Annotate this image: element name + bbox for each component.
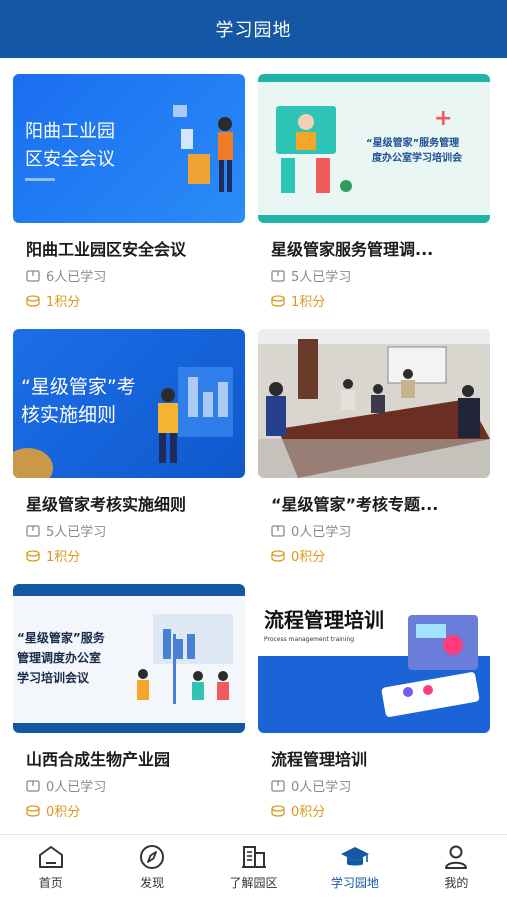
- thumbnail-text: “星级管家”服务管理: [366, 138, 460, 149]
- course-title: “星级管家”考核专题...: [271, 495, 439, 514]
- points: 0积分: [258, 546, 492, 565]
- tab-mine[interactable]: 我的: [406, 835, 507, 900]
- points-text: 1积分: [291, 295, 326, 310]
- thumbnail-text: 阳曲工业园: [25, 121, 115, 142]
- person-chart-illustration: [158, 367, 233, 463]
- points-text: 1积分: [46, 550, 81, 565]
- learner-count-text: 5人已学习: [291, 270, 352, 285]
- course-thumbnail: 阳曲工业园 区安全会议: [13, 74, 245, 223]
- tab-label: 发现: [140, 876, 165, 890]
- course-card[interactable]: “星级管家”考核专题... 0人已学习 0积分: [258, 329, 492, 565]
- course-title: 阳曲工业园区安全会议: [26, 240, 187, 259]
- learner-count-text: 5人已学习: [46, 525, 107, 540]
- video-call-illustration: [276, 106, 352, 193]
- tab-label: 首页: [38, 876, 63, 890]
- points: 1积分: [13, 291, 247, 310]
- bottom-tab-bar: 首页 发现 了解园区 学习园地 我的: [0, 834, 507, 900]
- learner-count-text: 0人已学习: [46, 780, 107, 795]
- person-illustration: [173, 105, 233, 192]
- book-icon: [271, 269, 285, 282]
- page-title: 学习园地: [215, 20, 292, 41]
- course-thumbnail-photo: [258, 329, 490, 478]
- points-text: 0积分: [291, 805, 326, 820]
- graduation-cap-icon: [340, 847, 369, 866]
- learner-count: 5人已学习: [13, 521, 247, 540]
- learner-count: 0人已学习: [258, 521, 492, 540]
- coins-icon: [26, 804, 40, 817]
- course-card[interactable]: 流程管理培训 Process management training 流程管理培…: [258, 584, 492, 820]
- book-icon: [26, 269, 40, 282]
- thumbnail-text: 管理调度办公室: [17, 651, 102, 665]
- course-thumbnail: + “星级管家”服务管理 度办公室学习培训会: [258, 74, 490, 223]
- learner-count: 0人已学习: [258, 776, 492, 795]
- home-icon: [38, 846, 63, 868]
- meeting-room-photo: [258, 329, 490, 478]
- course-title: 星级管家考核实施细则: [26, 495, 187, 514]
- coins-icon: [271, 549, 285, 562]
- points: 1积分: [13, 546, 247, 565]
- points-text: 1积分: [46, 295, 81, 310]
- thumbnail-text: 流程管理培训: [264, 608, 384, 632]
- learner-count-text: 0人已学习: [291, 780, 352, 795]
- coins-icon: [26, 294, 40, 307]
- user-icon: [445, 845, 468, 869]
- points-text: 0积分: [291, 550, 326, 565]
- course-thumbnail: 流程管理培训 Process management training: [258, 584, 490, 733]
- thumbnail-text: 区安全会议: [25, 149, 115, 170]
- learner-count: 5人已学习: [258, 266, 492, 285]
- book-icon: [271, 779, 285, 792]
- tab-discover[interactable]: 发现: [101, 835, 202, 900]
- tab-label: 我的: [444, 876, 469, 890]
- learner-count-text: 0人已学习: [291, 525, 352, 540]
- course-thumbnail: “星级管家”考 核实施细则: [13, 329, 245, 478]
- thumbnail-text: 核实施细则: [21, 404, 117, 426]
- coins-icon: [26, 549, 40, 562]
- learner-count: 6人已学习: [13, 266, 247, 285]
- book-icon: [26, 779, 40, 792]
- page-header: 学习园地: [0, 0, 507, 58]
- coins-icon: [271, 804, 285, 817]
- book-icon: [26, 524, 40, 537]
- compass-icon: [140, 845, 165, 869]
- thumbnail-subtext: Process management training: [264, 636, 355, 643]
- tab-park-info[interactable]: 了解园区: [203, 835, 304, 900]
- tab-label: 了解园区: [229, 876, 278, 890]
- tab-learning[interactable]: 学习园地: [304, 835, 405, 900]
- coins-icon: [271, 294, 285, 307]
- learner-count: 0人已学习: [13, 776, 247, 795]
- course-grid: 阳曲工业园 区安全会议 阳曲工业园区安全会议 6人已学习 1积分 + “星级管家…: [0, 58, 507, 832]
- tab-home[interactable]: 首页: [0, 835, 101, 900]
- points: 0积分: [13, 801, 247, 820]
- course-card[interactable]: “星级管家”考 核实施细则 星级管家考核实施细则 5人已学习 1积分: [13, 329, 247, 565]
- course-card[interactable]: + “星级管家”服务管理 度办公室学习培训会 星级管家服务管理调... 5人已学…: [258, 74, 492, 310]
- course-thumbnail: “星级管家”服务 管理调度办公室 学习培训会议: [13, 584, 245, 733]
- points: 1积分: [258, 291, 492, 310]
- team-illustration: [137, 614, 233, 704]
- thumbnail-text: 学习培训会议: [17, 671, 90, 685]
- course-title: 星级管家服务管理调...: [271, 240, 434, 259]
- points: 0积分: [258, 801, 492, 820]
- tab-label: 学习园地: [330, 876, 379, 890]
- thumbnail-text: “星级管家”服务: [17, 631, 105, 645]
- learner-count-text: 6人已学习: [46, 270, 107, 285]
- course-title: 山西合成生物产业园: [26, 750, 171, 769]
- thumbnail-text: 度办公室学习培训会: [372, 153, 462, 164]
- device-illustration: [381, 615, 480, 717]
- book-icon: [271, 524, 285, 537]
- building-icon: [241, 846, 266, 868]
- course-card[interactable]: “星级管家”服务 管理调度办公室 学习培训会议 山西合成生物产业园 0人已学习 …: [13, 584, 247, 820]
- thumbnail-text: “星级管家”考: [21, 376, 136, 398]
- course-title: 流程管理培训: [271, 750, 368, 769]
- course-card[interactable]: 阳曲工业园 区安全会议 阳曲工业园区安全会议 6人已学习 1积分: [13, 74, 247, 310]
- points-text: 0积分: [46, 805, 81, 820]
